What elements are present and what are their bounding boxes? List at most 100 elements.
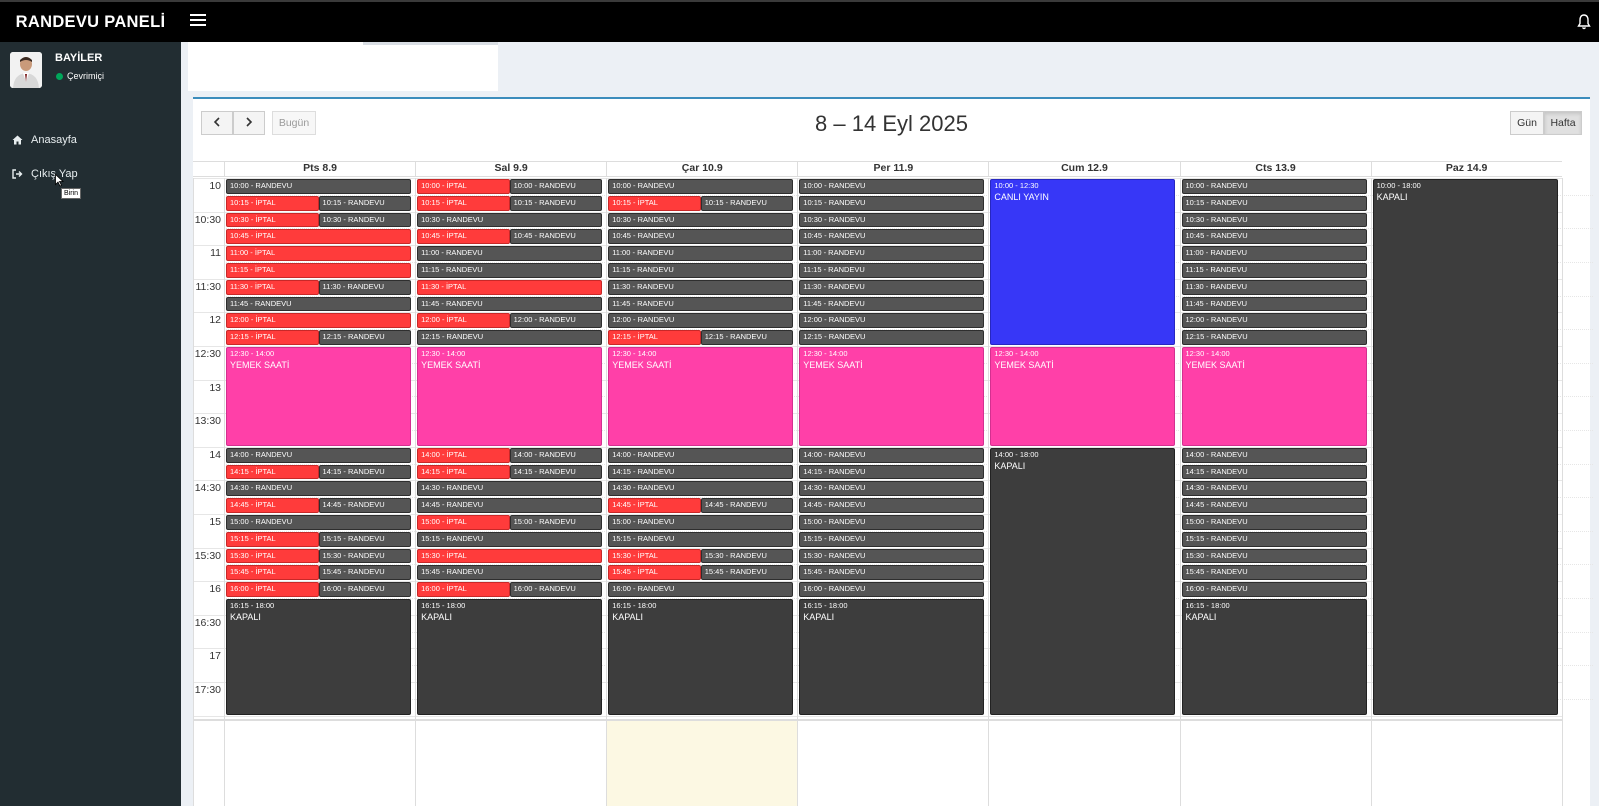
event-randevu[interactable]: 11:15 - RANDEVU	[608, 263, 794, 278]
event-randevu[interactable]: 15:30 - RANDEVU	[799, 548, 985, 564]
event-iptal[interactable]: 15:00 - İPTAL	[417, 515, 510, 530]
bell-icon[interactable]	[1577, 14, 1591, 30]
event-lunch[interactable]: 12:30 - 14:00 YEMEK SAATİ	[1181, 347, 1367, 446]
day-header-2[interactable]: Çar 10.9	[606, 161, 797, 177]
day-header-5[interactable]: Cts 13.9	[1179, 161, 1371, 177]
event-randevu[interactable]: 14:45 - RANDEVU	[1181, 498, 1367, 513]
event-randevu[interactable]: 12:00 - RANDEVU	[509, 313, 603, 329]
event-randevu[interactable]: 15:15 - RANDEVU	[318, 531, 412, 547]
event-iptal[interactable]: 11:30 - İPTAL	[226, 279, 319, 295]
event-randevu[interactable]: 16:00 - RANDEVU	[318, 582, 412, 597]
event-randevu[interactable]: 12:00 - RANDEVU	[1181, 313, 1367, 329]
event-randevu[interactable]: 16:00 - RANDEVU	[509, 582, 603, 597]
event-iptal[interactable]: 15:30 - İPTAL	[417, 548, 603, 564]
event-lunch[interactable]: 12:30 - 14:00 YEMEK SAATİ	[608, 347, 794, 446]
event-iptal[interactable]: 10:15 - İPTAL	[417, 195, 510, 211]
event-randevu[interactable]: 10:30 - RANDEVU	[608, 212, 794, 228]
event-closed[interactable]: 16:15 - 18:00 KAPALI	[608, 599, 794, 715]
event-randevu[interactable]: 14:45 - RANDEVU	[799, 498, 985, 513]
event-closed[interactable]: 16:15 - 18:00 KAPALI	[226, 599, 412, 715]
event-randevu[interactable]: 14:45 - RANDEVU	[700, 498, 794, 513]
event-iptal[interactable]: 10:45 - İPTAL	[226, 229, 412, 245]
event-randevu[interactable]: 11:00 - RANDEVU	[417, 246, 603, 261]
event-iptal[interactable]: 10:15 - İPTAL	[226, 195, 319, 211]
event-randevu[interactable]: 14:15 - RANDEVU	[1181, 464, 1367, 480]
event-randevu[interactable]: 10:00 - RANDEVU	[226, 179, 412, 194]
event-randevu[interactable]: 15:00 - RANDEVU	[1181, 515, 1367, 530]
day-header-0[interactable]: Pts 8.9	[224, 161, 415, 177]
event-iptal[interactable]: 11:15 - İPTAL	[226, 263, 412, 278]
event-lunch[interactable]: 12:30 - 14:00 YEMEK SAATİ	[799, 347, 985, 446]
event-closed[interactable]: 16:15 - 18:00 KAPALI	[417, 599, 603, 715]
event-randevu[interactable]: 14:15 - RANDEVU	[799, 464, 985, 480]
event-randevu[interactable]: 10:15 - RANDEVU	[1181, 195, 1367, 211]
event-iptal[interactable]: 10:15 - İPTAL	[608, 195, 701, 211]
event-randevu[interactable]: 10:00 - RANDEVU	[799, 179, 985, 194]
event-randevu[interactable]: 14:30 - RANDEVU	[226, 481, 412, 497]
event-iptal[interactable]: 10:45 - İPTAL	[417, 229, 510, 245]
event-randevu[interactable]: 14:00 - RANDEVU	[799, 447, 985, 463]
event-randevu[interactable]: 15:00 - RANDEVU	[608, 515, 794, 530]
event-iptal[interactable]: 14:15 - İPTAL	[226, 464, 319, 480]
event-randevu[interactable]: 14:30 - RANDEVU	[799, 481, 985, 497]
day-header-6[interactable]: Paz 14.9	[1370, 161, 1562, 177]
event-randevu[interactable]: 16:00 - RANDEVU	[1181, 582, 1367, 597]
event-randevu[interactable]: 11:30 - RANDEVU	[1181, 279, 1367, 295]
event-randevu[interactable]: 15:15 - RANDEVU	[608, 531, 794, 547]
event-randevu[interactable]: 14:30 - RANDEVU	[1181, 481, 1367, 497]
sidebar-item-home[interactable]: Anasayfa	[0, 125, 181, 155]
event-randevu[interactable]: 14:00 - RANDEVU	[608, 447, 794, 463]
event-randevu[interactable]: 10:15 - RANDEVU	[799, 195, 985, 211]
sidebar-item-logout[interactable]: Çıkış Yap	[0, 159, 181, 189]
event-randevu[interactable]: 12:15 - RANDEVU	[1181, 330, 1367, 345]
event-randevu[interactable]: 10:00 - RANDEVU	[1181, 179, 1367, 194]
event-iptal[interactable]: 14:15 - İPTAL	[417, 464, 510, 480]
event-iptal[interactable]: 15:15 - İPTAL	[226, 531, 319, 547]
event-randevu[interactable]: 14:00 - RANDEVU	[226, 447, 412, 463]
view-week-button[interactable]: Hafta	[1544, 111, 1582, 135]
event-randevu[interactable]: 12:00 - RANDEVU	[799, 313, 985, 329]
event-iptal[interactable]: 16:00 - İPTAL	[226, 582, 319, 597]
event-iptal[interactable]: 14:00 - İPTAL	[417, 447, 510, 463]
event-randevu[interactable]: 15:00 - RANDEVU	[799, 515, 985, 530]
event-randevu[interactable]: 10:45 - RANDEVU	[608, 229, 794, 245]
event-randevu[interactable]: 10:30 - RANDEVU	[799, 212, 985, 228]
event-randevu[interactable]: 15:30 - RANDEVU	[318, 548, 412, 564]
event-iptal[interactable]: 15:30 - İPTAL	[226, 548, 319, 564]
event-iptal[interactable]: 12:15 - İPTAL	[608, 330, 701, 345]
event-iptal[interactable]: 16:00 - İPTAL	[417, 582, 510, 597]
view-day-button[interactable]: Gün	[1510, 111, 1544, 135]
event-randevu[interactable]: 15:45 - RANDEVU	[799, 565, 985, 581]
event-randevu[interactable]: 10:15 - RANDEVU	[700, 195, 794, 211]
event-randevu[interactable]: 14:30 - RANDEVU	[608, 481, 794, 497]
event-live[interactable]: 10:00 - 12:30 CANLI YAYIN	[990, 179, 1176, 345]
event-randevu[interactable]: 15:15 - RANDEVU	[1181, 531, 1367, 547]
event-randevu[interactable]: 15:45 - RANDEVU	[417, 565, 603, 581]
event-iptal[interactable]: 11:30 - İPTAL	[417, 279, 603, 295]
event-closed[interactable]: 14:00 - 18:00 KAPALI	[990, 447, 1176, 715]
event-randevu[interactable]: 12:15 - RANDEVU	[417, 330, 603, 345]
event-randevu[interactable]: 11:30 - RANDEVU	[799, 279, 985, 295]
event-randevu[interactable]: 11:15 - RANDEVU	[1181, 263, 1367, 278]
event-lunch[interactable]: 12:30 - 14:00 YEMEK SAATİ	[226, 347, 412, 446]
menu-toggle-icon[interactable]	[190, 14, 206, 28]
event-randevu[interactable]: 14:00 - RANDEVU	[1181, 447, 1367, 463]
event-randevu[interactable]: 11:45 - RANDEVU	[799, 296, 985, 312]
event-iptal[interactable]: 14:45 - İPTAL	[608, 498, 701, 513]
event-iptal[interactable]: 12:00 - İPTAL	[417, 313, 510, 329]
event-randevu[interactable]: 15:45 - RANDEVU	[318, 565, 412, 581]
event-randevu[interactable]: 11:30 - RANDEVU	[608, 279, 794, 295]
event-randevu[interactable]: 15:30 - RANDEVU	[1181, 548, 1367, 564]
event-randevu[interactable]: 12:15 - RANDEVU	[700, 330, 794, 345]
event-iptal[interactable]: 15:45 - İPTAL	[226, 565, 319, 581]
event-randevu[interactable]: 15:15 - RANDEVU	[417, 531, 603, 547]
event-closed[interactable]: 10:00 - 18:00 KAPALI	[1372, 179, 1558, 715]
event-randevu[interactable]: 14:15 - RANDEVU	[608, 464, 794, 480]
event-iptal[interactable]: 12:00 - İPTAL	[226, 313, 412, 329]
event-randevu[interactable]: 10:00 - RANDEVU	[608, 179, 794, 194]
event-randevu[interactable]: 14:30 - RANDEVU	[417, 481, 603, 497]
event-randevu[interactable]: 12:00 - RANDEVU	[608, 313, 794, 329]
event-randevu[interactable]: 11:45 - RANDEVU	[608, 296, 794, 312]
event-randevu[interactable]: 10:15 - RANDEVU	[318, 195, 412, 211]
event-randevu[interactable]: 10:45 - RANDEVU	[1181, 229, 1367, 245]
